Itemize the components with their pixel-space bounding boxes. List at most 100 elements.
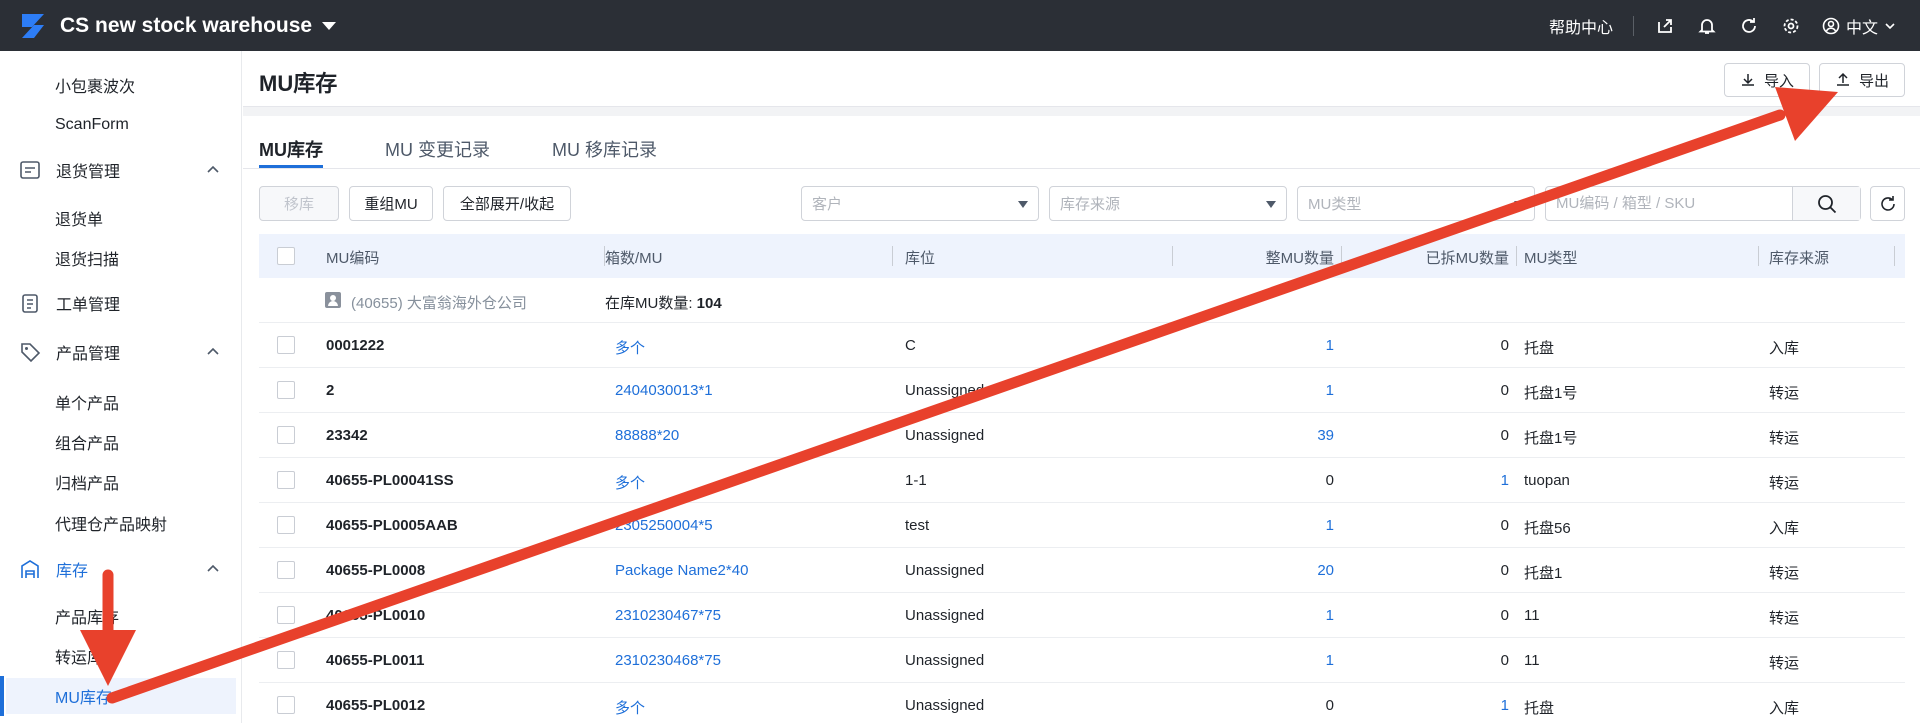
group-count-value: 104: [696, 295, 722, 312]
whole-mu-qty[interactable]: 39: [1234, 427, 1334, 444]
top-right-actions: 帮助中心 中文: [1549, 0, 1896, 51]
expand-collapse-button[interactable]: 全部展开/收起: [443, 186, 571, 221]
table-row[interactable]: 40655-PL0008 Package Name2*40 Unassigned 20…: [259, 548, 1905, 593]
boxes-per-mu-link[interactable]: 2310230468*75: [615, 652, 721, 669]
sidebar-item-transfer-inventory[interactable]: 转运库存: [0, 638, 242, 674]
customer-select[interactable]: 客户: [801, 186, 1039, 221]
refresh-icon[interactable]: [1738, 15, 1760, 37]
whole-mu-qty[interactable]: 20: [1234, 562, 1334, 579]
sidebar-item-label: ScanForm: [55, 116, 129, 133]
import-label: 导入: [1763, 72, 1794, 90]
table-row[interactable]: 0001222 多个 C 1 0 托盘 入库: [259, 323, 1905, 368]
regroup-button[interactable]: 重组MU: [349, 186, 433, 221]
sidebar-item-return-orders[interactable]: 退货单: [0, 200, 242, 236]
sidebar-item-single-products[interactable]: 单个产品: [0, 384, 242, 420]
split-mu-qty: 0: [1500, 562, 1509, 579]
boxes-per-mu-link[interactable]: 88888*20: [615, 427, 679, 444]
boxes-per-mu-link[interactable]: Package Name2*40: [615, 562, 748, 579]
language-switcher[interactable]: 中文: [1822, 14, 1896, 38]
row-checkbox[interactable]: [277, 651, 295, 669]
split-mu-qty: 0: [1500, 652, 1509, 669]
location: C: [905, 337, 916, 354]
whole-mu-qty[interactable]: 1: [1234, 607, 1334, 624]
refresh-button[interactable]: [1870, 186, 1905, 221]
whole-mu-qty: 0: [1325, 697, 1334, 714]
row-checkbox[interactable]: [277, 426, 295, 444]
share-icon[interactable]: [1654, 15, 1676, 37]
table-row[interactable]: 2 2404030013*1 Unassigned 1 0 托盘1号 转运: [259, 368, 1905, 413]
column-divider: [1758, 246, 1759, 266]
group-count-label: 在库MU数量:: [605, 295, 693, 312]
whole-mu-qty[interactable]: 1: [1234, 382, 1334, 399]
table-row[interactable]: 23342 88888*20 Unassigned 39 0 托盘1号 转运: [259, 413, 1905, 458]
import-button[interactable]: 导入: [1724, 63, 1810, 97]
boxes-per-mu-link[interactable]: 多个: [615, 337, 645, 358]
caret-down-icon: [1514, 201, 1524, 208]
row-checkbox[interactable]: [277, 516, 295, 534]
sidebar-group-work-orders[interactable]: 工单管理: [0, 285, 242, 321]
row-checkbox[interactable]: [277, 696, 295, 714]
search-button[interactable]: [1792, 187, 1860, 220]
bell-icon[interactable]: [1696, 15, 1718, 37]
sidebar-item-label: 小包裹波次: [55, 79, 136, 96]
whole-mu-qty[interactable]: 1: [1234, 337, 1334, 354]
table-row[interactable]: 40655-PL0011 2310230468*75 Unassigned 1 0 11 转…: [259, 638, 1905, 683]
sidebar-item-return-scan[interactable]: 退货扫描: [0, 240, 242, 276]
boxes-per-mu-link[interactable]: 2404030013*1: [615, 382, 713, 399]
tab-mu-change-log[interactable]: MU 变更记录: [385, 116, 490, 166]
help-center-link[interactable]: 帮助中心: [1549, 14, 1613, 38]
split-mu-qty[interactable]: 1: [1409, 472, 1509, 489]
mu-code: 23342: [326, 427, 368, 444]
split-mu-qty: 0: [1500, 517, 1509, 534]
mu-type: tuopan: [1524, 472, 1570, 489]
move-button[interactable]: 移库: [259, 186, 339, 221]
chevron-down-icon[interactable]: [322, 21, 337, 30]
sidebar-item-archived-products[interactable]: 归档产品: [0, 464, 242, 500]
table-row[interactable]: 40655-PL00041SS 多个 1-1 0 1 tuopan 转运: [259, 458, 1905, 503]
sidebar-item-mu-inventory[interactable]: MU库存: [6, 678, 236, 714]
sidebar-group-inventory[interactable]: 库存: [0, 551, 242, 587]
whole-mu-qty[interactable]: 1: [1234, 517, 1334, 534]
sidebar-item-scanform[interactable]: ScanForm: [0, 107, 242, 143]
boxes-per-mu-link[interactable]: 多个: [615, 697, 645, 718]
boxes-per-mu-link[interactable]: 多个: [615, 472, 645, 493]
tag-icon: [18, 340, 42, 364]
table-row[interactable]: 40655-PL0012 多个 Unassigned 0 1 托盘 入库: [259, 683, 1905, 723]
row-checkbox[interactable]: [277, 561, 295, 579]
location: test: [905, 517, 930, 534]
select-all-checkbox[interactable]: [277, 247, 295, 265]
app-title[interactable]: CS new stock warehouse: [60, 14, 312, 38]
tab-mu-move-log[interactable]: MU 移库记录: [552, 116, 657, 166]
row-checkbox[interactable]: [277, 336, 295, 354]
table-row[interactable]: 40655-PL0005AAB 2305250004*5 test 1 0 托盘56 入库: [259, 503, 1905, 548]
sidebar-item-label: 退货管理: [56, 164, 121, 181]
gear-icon[interactable]: [1780, 15, 1802, 37]
sidebar-item-label: 代理仓产品映射: [55, 517, 168, 534]
export-button[interactable]: 导出: [1819, 63, 1905, 97]
location: Unassigned: [905, 607, 985, 624]
selected-indicator: [0, 676, 4, 716]
mu-type-select[interactable]: MU类型: [1297, 186, 1535, 221]
sidebar-item-product-inventory[interactable]: 产品库存: [0, 598, 242, 634]
search-input[interactable]: [1546, 187, 1792, 220]
header-whole-mu-qty: 整MU数量: [1265, 250, 1334, 267]
group-customer-name: (40655) 大富翁海外仓公司: [351, 295, 527, 312]
split-mu-qty[interactable]: 1: [1409, 697, 1509, 714]
sidebar-item-small-parcel-wave[interactable]: 小包裹波次: [0, 67, 242, 103]
mu-type: 托盘: [1524, 700, 1555, 717]
sidebar-group-products[interactable]: 产品管理: [0, 334, 242, 370]
whole-mu-qty[interactable]: 1: [1234, 652, 1334, 669]
boxes-per-mu-link[interactable]: 2310230467*75: [615, 607, 721, 624]
sidebar-item-agent-product-mapping[interactable]: 代理仓产品映射: [0, 505, 242, 541]
sidebar-item-bundle-products[interactable]: 组合产品: [0, 424, 242, 460]
sidebar-group-returns[interactable]: 退货管理: [0, 152, 242, 188]
row-checkbox[interactable]: [277, 606, 295, 624]
row-checkbox[interactable]: [277, 471, 295, 489]
search-box: [1545, 186, 1861, 221]
tab-mu-inventory[interactable]: MU库存: [259, 116, 323, 168]
table-row[interactable]: 40655-PL0010 2310230467*75 Unassigned 1 0 11 转…: [259, 593, 1905, 638]
inventory-source-select[interactable]: 库存来源: [1049, 186, 1287, 221]
table-header: MU编码 箱数/MU 库位 整MU数量 已拆MU数量 MU类型 库存来源: [259, 234, 1905, 278]
boxes-per-mu-link[interactable]: 2305250004*5: [615, 517, 713, 534]
row-checkbox[interactable]: [277, 381, 295, 399]
